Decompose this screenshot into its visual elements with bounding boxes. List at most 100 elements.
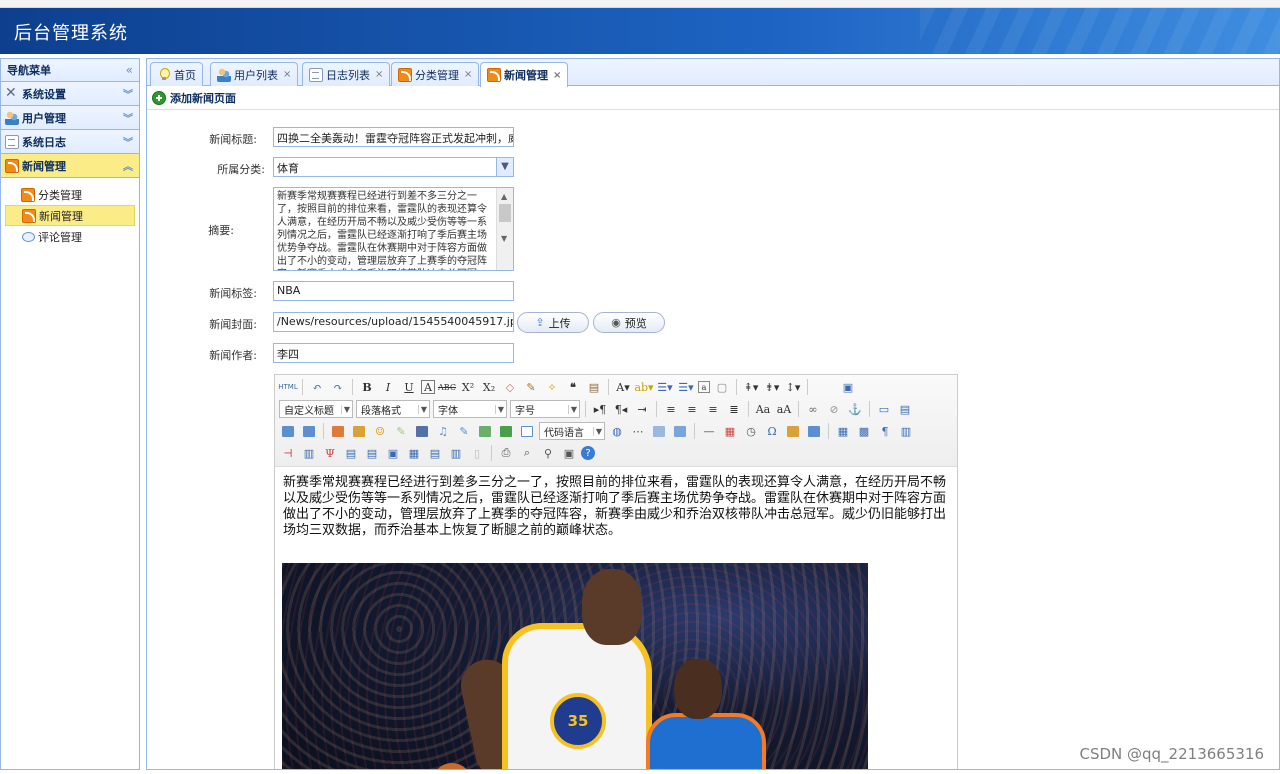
row-spacing-bottom-icon[interactable]: ⇟▾: [763, 378, 781, 396]
align-left-icon[interactable]: ≡: [662, 400, 680, 418]
subscript-icon[interactable]: X₂: [480, 378, 498, 396]
template-icon[interactable]: [650, 422, 668, 440]
chart-icon[interactable]: ▯: [468, 444, 486, 462]
delete-col-icon[interactable]: Ψ: [321, 444, 339, 462]
tab-category-management[interactable]: 分类管理 ×: [391, 62, 480, 86]
image-left-icon[interactable]: ▤: [896, 400, 914, 418]
special-chars-icon[interactable]: Ω: [763, 422, 781, 440]
insert-paragraph-before-table-icon[interactable]: ¶: [876, 422, 894, 440]
paste-text-icon[interactable]: ▤: [585, 378, 603, 396]
time-icon[interactable]: ◷: [742, 422, 760, 440]
redo-icon[interactable]: ↷: [329, 378, 347, 396]
tab-log-list[interactable]: 日志列表 ×: [302, 62, 391, 86]
split-cells-icon[interactable]: ▦: [405, 444, 423, 462]
category-select[interactable]: 体育 ▼: [273, 157, 514, 177]
image-right-icon[interactable]: [279, 422, 297, 440]
merge-right-icon[interactable]: ▤: [363, 444, 381, 462]
insert-table-icon[interactable]: ▦: [834, 422, 852, 440]
map-icon[interactable]: [476, 422, 494, 440]
page-break-icon[interactable]: ⋯: [629, 422, 647, 440]
cover-path-field[interactable]: /News/resources/upload/1545540045917.jpe…: [273, 312, 514, 332]
superscript-icon[interactable]: X²: [459, 378, 477, 396]
background-icon[interactable]: [671, 422, 689, 440]
split-rows-icon[interactable]: ▤: [426, 444, 444, 462]
tab-news-management[interactable]: 新闻管理 ×: [480, 62, 569, 87]
insert-video-icon[interactable]: [413, 422, 431, 440]
to-upper-icon[interactable]: Aa: [754, 400, 772, 418]
unordered-list-icon[interactable]: ☰▾: [677, 378, 695, 396]
clear-doc-icon[interactable]: ▢: [713, 378, 731, 396]
date-icon[interactable]: ▦: [721, 422, 739, 440]
strikethrough-icon[interactable]: ABC: [438, 378, 456, 396]
italic-icon[interactable]: I: [379, 378, 397, 396]
split-cols-icon[interactable]: ▥: [447, 444, 465, 462]
chevron-down-icon[interactable]: ▼: [496, 158, 513, 176]
scroll-down-icon[interactable]: ▼: [501, 232, 507, 245]
print-icon[interactable]: ⎙: [497, 444, 515, 462]
scroll-thumb[interactable]: [499, 204, 511, 222]
indent-icon[interactable]: ⇥: [633, 400, 651, 418]
upload-button[interactable]: ⇪ 上传: [517, 312, 589, 333]
title-field[interactable]: 四换二全美轰动！雷霆夺冠阵容正式发起冲刺，威: [273, 127, 514, 147]
insert-image-icon[interactable]: [350, 422, 368, 440]
scroll-up-icon[interactable]: ▲: [501, 190, 507, 203]
underline-icon[interactable]: U: [400, 378, 418, 396]
insert-frame-icon[interactable]: [518, 422, 536, 440]
rtl-icon[interactable]: ¶◂: [612, 400, 630, 418]
align-center-icon[interactable]: ≡: [683, 400, 701, 418]
close-icon[interactable]: ×: [283, 69, 291, 80]
anchor-icon[interactable]: ⚓: [846, 400, 864, 418]
eraser-icon[interactable]: ◇: [501, 378, 519, 396]
sidebar-section-system-log[interactable]: 系统日志 ︾: [1, 130, 139, 154]
delete-row-icon[interactable]: ⊣: [279, 444, 297, 462]
web-image-icon[interactable]: ◍: [608, 422, 626, 440]
attachment-icon[interactable]: ✎: [455, 422, 473, 440]
bold-icon[interactable]: B: [358, 378, 376, 396]
preview-icon[interactable]: ⌕: [518, 444, 536, 462]
auto-format-icon[interactable]: ✧: [543, 378, 561, 396]
sidebar-item-comment-management[interactable]: 评论管理: [5, 226, 135, 247]
image-center-icon[interactable]: [300, 422, 318, 440]
align-right-icon[interactable]: ≡: [704, 400, 722, 418]
font-color-icon[interactable]: A▾: [614, 378, 632, 396]
sidebar-section-system-settings[interactable]: 系统设置 ︾: [1, 82, 139, 106]
insert-col-icon[interactable]: ▥: [300, 444, 318, 462]
collapse-sidebar-icon[interactable]: «: [126, 63, 133, 77]
summary-textarea[interactable]: 新赛季常规赛赛程已经进行到差不多三分之一了，按照目前的排位来看，雷霆队的表现还算…: [273, 187, 514, 271]
author-field[interactable]: 李四: [273, 343, 514, 363]
delete-table-icon[interactable]: ▩: [855, 422, 873, 440]
undo-icon[interactable]: ↶: [308, 378, 326, 396]
simple-upload-icon[interactable]: [329, 422, 347, 440]
wordimage-icon[interactable]: [784, 422, 802, 440]
scrawl-icon[interactable]: ✎: [392, 422, 410, 440]
line-height-icon[interactable]: ↕▾: [784, 378, 802, 396]
sidebar-item-news-management[interactable]: 新闻管理: [5, 205, 135, 226]
preview-button[interactable]: ◉ 预览: [593, 312, 665, 333]
sidebar-section-news-management[interactable]: 新闻管理 ︽: [1, 154, 139, 178]
sidebar-item-category-management[interactable]: 分类管理: [5, 184, 135, 205]
summary-scrollbar[interactable]: ▲ ▼: [496, 188, 513, 270]
insert-row-icon[interactable]: ▥: [897, 422, 915, 440]
search-replace-icon[interactable]: [805, 422, 823, 440]
music-icon[interactable]: ♫: [434, 422, 452, 440]
font-family-select[interactable]: 字体 ▼: [433, 400, 507, 418]
find-icon[interactable]: ⚲: [539, 444, 557, 462]
align-justify-icon[interactable]: ≣: [725, 400, 743, 418]
close-icon[interactable]: ×: [375, 69, 383, 80]
font-border-icon[interactable]: A: [421, 380, 435, 394]
tab-user-list[interactable]: 用户列表 ×: [210, 62, 299, 86]
close-icon[interactable]: ×: [553, 70, 561, 81]
emotion-icon[interactable]: ☺: [371, 422, 389, 440]
ltr-icon[interactable]: ▸¶: [591, 400, 609, 418]
row-spacing-top-icon[interactable]: ⇞▾: [742, 378, 760, 396]
image-none-icon[interactable]: ▭: [875, 400, 893, 418]
sidebar-section-user-management[interactable]: 用户管理 ︾: [1, 106, 139, 130]
unlink-icon[interactable]: ⊘: [825, 400, 843, 418]
tags-field[interactable]: NBA: [273, 281, 514, 301]
merge-down-icon[interactable]: ▣: [384, 444, 402, 462]
paragraph-format-select[interactable]: 段落格式 ▼: [356, 400, 430, 418]
close-icon[interactable]: ×: [464, 69, 472, 80]
editor-content[interactable]: 新赛季常规赛赛程已经进行到差多三分之一了，按照目前的排位来看，雷霆队的表现还算令…: [283, 475, 949, 539]
select-all-icon[interactable]: a: [698, 381, 710, 393]
link-icon[interactable]: ∞: [804, 400, 822, 418]
